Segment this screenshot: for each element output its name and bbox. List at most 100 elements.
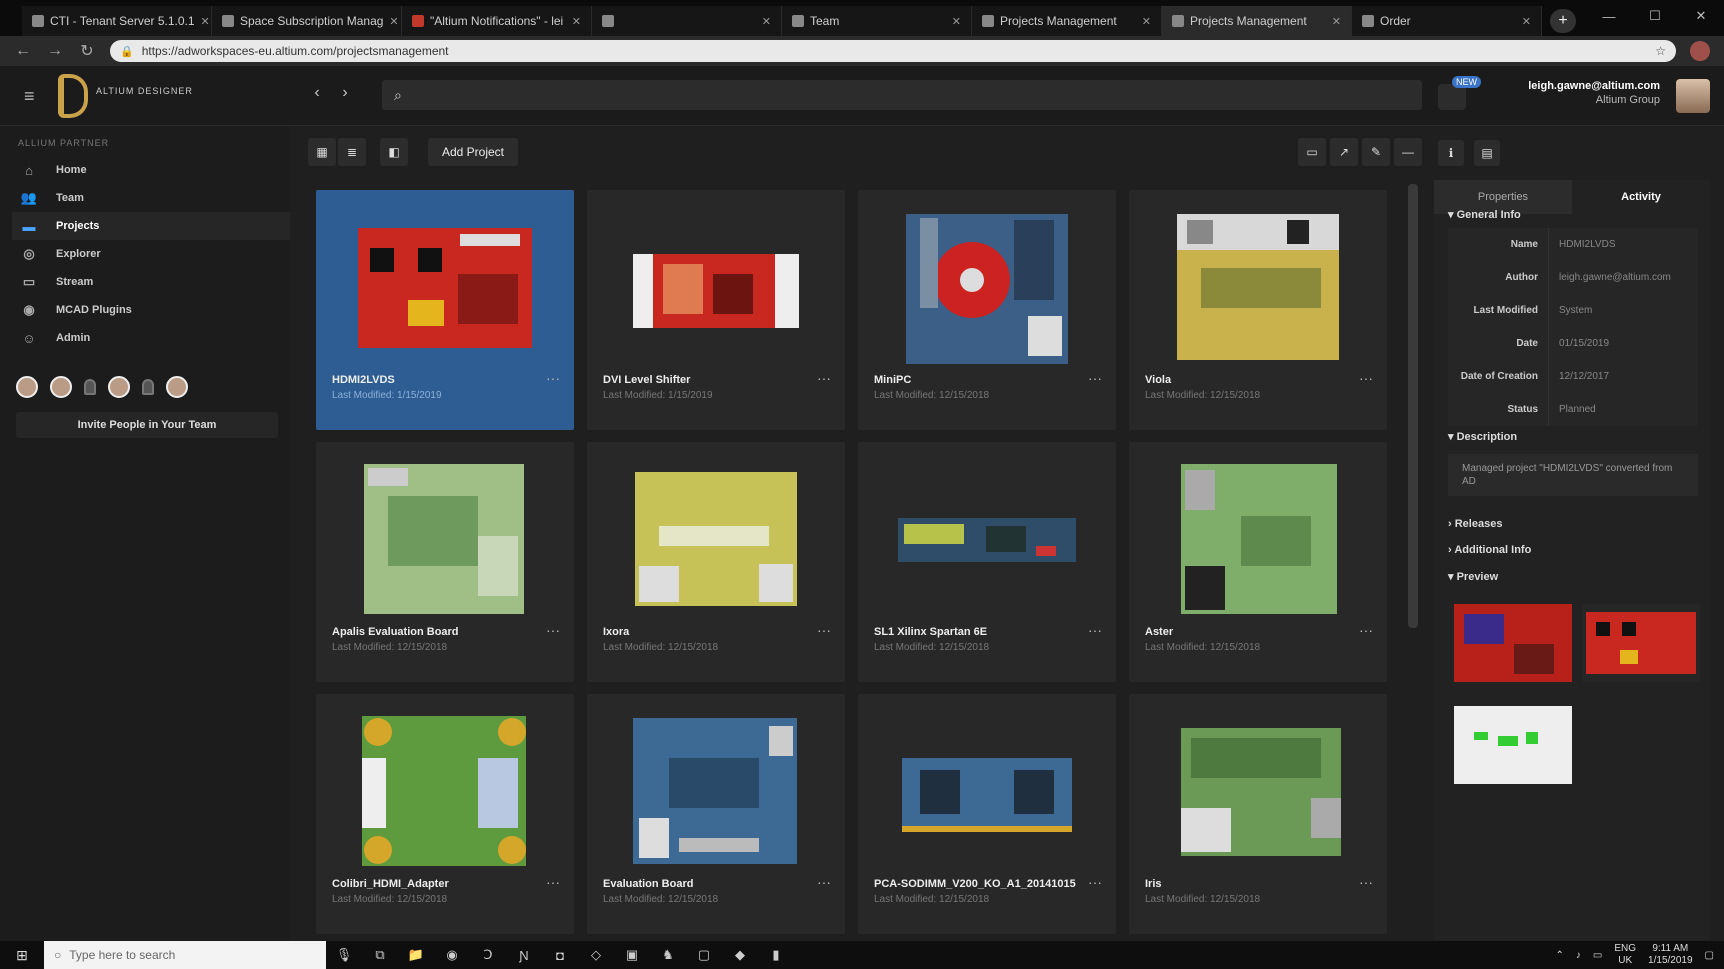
more-options-icon[interactable]: ··· bbox=[817, 874, 831, 890]
taskbar-search-field[interactable]: ○ Type here to search bbox=[44, 941, 326, 969]
windows-start-icon[interactable]: ⊞ bbox=[0, 947, 44, 964]
project-card[interactable]: HDMI2LVDS Last Modified: 1/15/2019 ··· bbox=[316, 190, 574, 430]
avatar-placeholder[interactable] bbox=[142, 379, 154, 395]
minimize-icon[interactable]: — bbox=[1586, 0, 1632, 32]
avatar[interactable] bbox=[50, 376, 72, 398]
more-options-icon[interactable]: ··· bbox=[1359, 874, 1373, 890]
file-explorer-icon[interactable]: 📁 bbox=[398, 947, 434, 963]
project-card[interactable]: MiniPC Last Modified: 12/15/2018 ··· bbox=[858, 190, 1116, 430]
task-view-icon[interactable]: ⧉ bbox=[362, 947, 398, 963]
user-avatar[interactable] bbox=[1676, 79, 1710, 113]
visual-studio-icon[interactable]: ◇ bbox=[578, 947, 614, 963]
avatar-placeholder[interactable] bbox=[84, 379, 96, 395]
url-field[interactable]: 🔒 https://adworkspaces-eu.altium.com/pro… bbox=[110, 40, 1676, 62]
sidebar-item-mcad-plugins[interactable]: ◉ MCAD Plugins bbox=[12, 296, 290, 324]
more-options-icon[interactable]: ··· bbox=[1359, 370, 1373, 386]
altium-designer-icon[interactable]: Ↄ bbox=[470, 947, 506, 963]
browser-tab[interactable]: "Altium Notifications" - lei ✕ bbox=[402, 6, 592, 36]
bookmark-star-icon[interactable]: ☆ bbox=[1655, 44, 1666, 58]
chrome-icon[interactable]: ◉ bbox=[434, 947, 470, 963]
close-icon[interactable]: ✕ bbox=[1142, 15, 1151, 28]
profile-avatar[interactable] bbox=[1690, 41, 1710, 61]
info-icon[interactable]: ℹ bbox=[1438, 140, 1464, 166]
browser-tab[interactable]: Order ✕ bbox=[1352, 6, 1542, 36]
invite-people-button[interactable]: Invite People in Your Team bbox=[16, 412, 278, 438]
avatar[interactable] bbox=[108, 376, 130, 398]
notification-center-icon[interactable]: ▢ bbox=[1705, 950, 1714, 961]
close-icon[interactable]: ✕ bbox=[1332, 15, 1341, 28]
more-options-icon[interactable]: ··· bbox=[1088, 874, 1102, 890]
new-tab-button[interactable]: + bbox=[1550, 9, 1576, 33]
more-options-icon[interactable]: ··· bbox=[546, 874, 560, 890]
avatar[interactable] bbox=[166, 376, 188, 398]
preview-image[interactable] bbox=[1454, 604, 1572, 682]
split-view-icon[interactable]: ◧ bbox=[380, 138, 408, 166]
microphone-icon[interactable]: 🎙 bbox=[326, 947, 362, 963]
project-card[interactable]: DVI Level Shifter Last Modified: 1/15/20… bbox=[587, 190, 845, 430]
language-indicator[interactable]: ENG UK bbox=[1614, 943, 1636, 967]
close-icon[interactable]: ✕ bbox=[952, 15, 961, 28]
grid-view-icon[interactable]: ▦ bbox=[308, 138, 336, 166]
app-icon[interactable]: ◆ bbox=[722, 947, 758, 963]
sidebar-item-team[interactable]: 👥 Team bbox=[12, 184, 290, 212]
clock[interactable]: 9:11 AM 1/15/2019 bbox=[1648, 943, 1693, 967]
project-card[interactable]: Apalis Evaluation Board Last Modified: 1… bbox=[316, 442, 574, 682]
search-input[interactable]: ⌕ bbox=[382, 80, 1422, 110]
sidebar-item-admin[interactable]: ☺ Admin bbox=[12, 324, 290, 352]
sidebar-item-home[interactable]: ⌂ Home bbox=[12, 156, 290, 184]
releases-header[interactable]: › Releases bbox=[1448, 518, 1502, 530]
close-window-icon[interactable]: ✕ bbox=[1678, 0, 1724, 32]
grid-scrollbar[interactable] bbox=[1408, 184, 1418, 628]
app-icon[interactable]: ▣ bbox=[614, 947, 650, 963]
close-icon[interactable]: ✕ bbox=[572, 15, 581, 28]
close-icon[interactable]: ✕ bbox=[389, 15, 398, 28]
back-icon[interactable]: ← bbox=[14, 42, 32, 60]
list-view-icon[interactable]: ≣ bbox=[338, 138, 366, 166]
chevron-left-icon[interactable]: ‹ bbox=[308, 84, 326, 102]
description-header[interactable]: ▾ Description bbox=[1448, 430, 1517, 443]
chevron-right-icon[interactable]: › bbox=[336, 84, 354, 102]
forward-icon[interactable]: → bbox=[46, 42, 64, 60]
browser-tab[interactable]: ✕ bbox=[592, 6, 782, 36]
close-icon[interactable]: ✕ bbox=[1522, 15, 1531, 28]
sidebar-item-stream[interactable]: ▭ Stream bbox=[12, 268, 290, 296]
app-icon[interactable]: ▮ bbox=[758, 947, 794, 963]
app-icon[interactable]: ♞ bbox=[650, 947, 686, 963]
project-card[interactable]: PCA-SODIMM_V200_KO_A1_20141015 Last Modi… bbox=[858, 694, 1116, 934]
more-options-icon[interactable]: ··· bbox=[817, 370, 831, 386]
edit-icon[interactable]: ✎ bbox=[1362, 138, 1390, 166]
add-project-button[interactable]: Add Project bbox=[428, 138, 518, 166]
app-icon[interactable]: ▢ bbox=[686, 947, 722, 963]
maximize-icon[interactable]: ☐ bbox=[1632, 0, 1678, 32]
clone-icon[interactable]: ▭ bbox=[1298, 138, 1326, 166]
share-icon[interactable]: ↗ bbox=[1330, 138, 1358, 166]
sidebar-item-projects[interactable]: ▬ Projects bbox=[12, 212, 290, 240]
more-options-icon[interactable]: ··· bbox=[817, 622, 831, 638]
more-options-icon[interactable]: ··· bbox=[1088, 622, 1102, 638]
more-options-icon[interactable]: ··· bbox=[546, 370, 560, 386]
more-options-icon[interactable]: ··· bbox=[1088, 370, 1102, 386]
network-icon[interactable]: ⌃ bbox=[1556, 950, 1564, 961]
additional-info-header[interactable]: › Additional Info bbox=[1448, 544, 1531, 556]
project-card[interactable]: Iris Last Modified: 12/15/2018 ··· bbox=[1129, 694, 1387, 934]
avatar[interactable] bbox=[16, 376, 38, 398]
close-icon[interactable]: ✕ bbox=[762, 15, 771, 28]
app-icon[interactable]: Ɲ bbox=[506, 948, 542, 963]
project-card[interactable]: Aster Last Modified: 12/15/2018 ··· bbox=[1129, 442, 1387, 682]
preview-image[interactable] bbox=[1454, 706, 1572, 784]
browser-tab[interactable]: Projects Management ✕ bbox=[972, 6, 1162, 36]
more-options-icon[interactable]: ··· bbox=[1359, 622, 1373, 638]
project-card[interactable]: Ixora Last Modified: 12/15/2018 ··· bbox=[587, 442, 845, 682]
hamburger-menu-icon[interactable]: ≡ bbox=[24, 86, 35, 107]
project-card[interactable]: Colibri_HDMI_Adapter Last Modified: 12/1… bbox=[316, 694, 574, 934]
project-card[interactable]: Viola Last Modified: 12/15/2018 ··· bbox=[1129, 190, 1387, 430]
more-icon[interactable]: — bbox=[1394, 138, 1422, 166]
reload-icon[interactable]: ↻ bbox=[78, 41, 96, 61]
browser-tab-active[interactable]: Projects Management ✕ bbox=[1162, 6, 1352, 36]
volume-icon[interactable]: ♪ bbox=[1576, 950, 1581, 961]
project-card[interactable]: SL1 Xilinx Spartan 6E Last Modified: 12/… bbox=[858, 442, 1116, 682]
browser-tab[interactable]: CTI - Tenant Server 5.1.0.1 ✕ bbox=[22, 6, 212, 36]
tab-activity[interactable]: Activity bbox=[1572, 180, 1710, 214]
app-icon[interactable]: ◘ bbox=[542, 948, 578, 963]
preview-image[interactable] bbox=[1582, 604, 1700, 682]
